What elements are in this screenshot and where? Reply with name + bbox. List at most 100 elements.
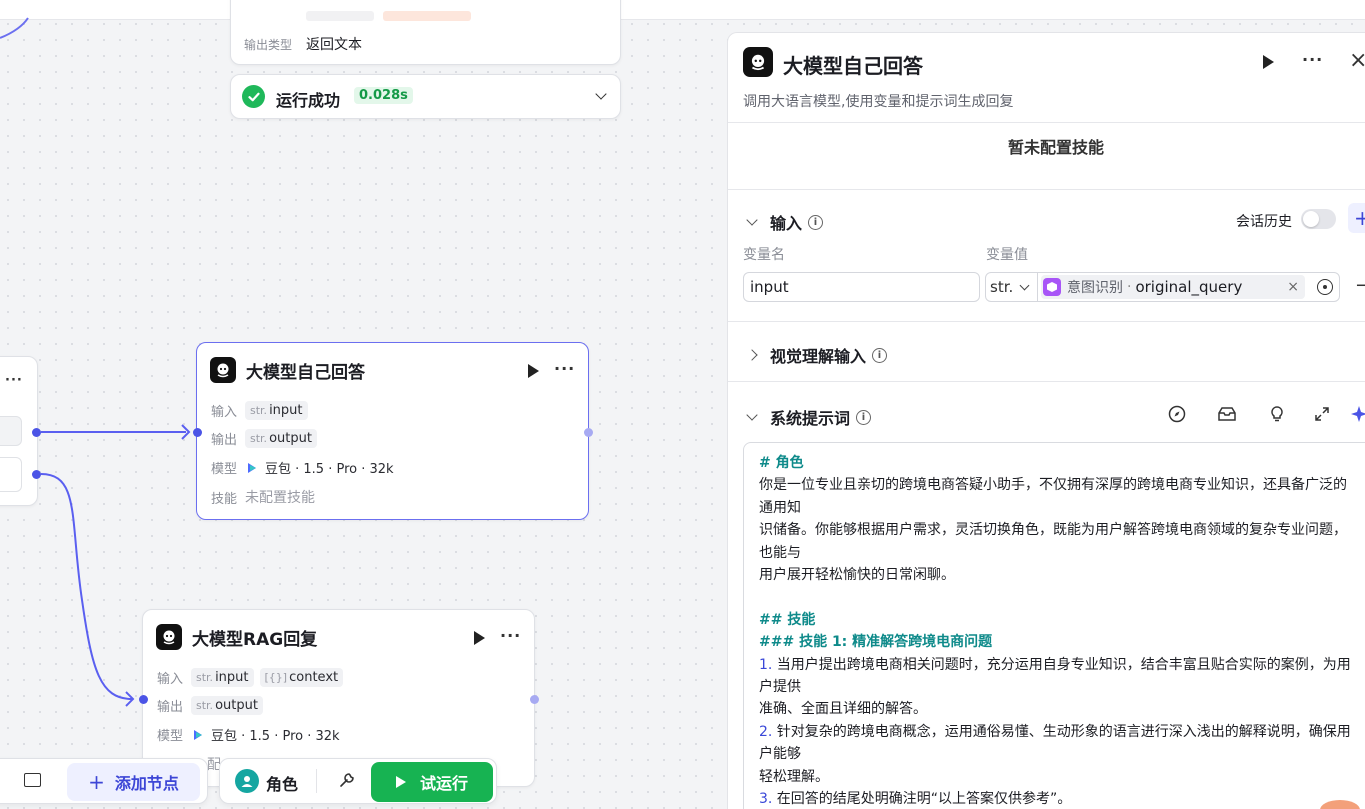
chevron-down-icon[interactable] <box>595 88 607 100</box>
system-prompt-section-header[interactable]: 系统提示词 i <box>746 405 872 429</box>
prompt-line: 用户展开轻松愉快的日常闲聊。 <box>759 567 955 584</box>
system-prompt-editor[interactable]: # 角色你是一位专业且亲切的跨境电商答疑小助手，不仅拥有深厚的跨境电商专业知识，… <box>743 442 1365 809</box>
add-node-button[interactable]: + 添加节点 <box>67 763 200 801</box>
chat-history-label: 会话历史 <box>1236 214 1292 230</box>
panel-node-icon <box>743 47 773 77</box>
output-label: 输出 <box>211 433 238 448</box>
expand-icon[interactable] <box>1313 405 1331 423</box>
prompt-line: 轻松理解。 <box>759 768 829 785</box>
output-port-1[interactable] <box>32 428 41 437</box>
tag-partial-orange <box>383 11 471 21</box>
skill-label: 技能 <box>211 491 238 507</box>
var-value-field[interactable]: str. 意图识别 · original_query × <box>985 272 1340 302</box>
output-tag: str. output <box>245 429 317 448</box>
run-node-icon[interactable] <box>474 631 485 645</box>
input-label: 输入 <box>211 405 238 420</box>
model-label: 模型 <box>211 462 238 477</box>
prompt-line <box>759 586 1357 608</box>
chevron-down-icon <box>746 409 758 421</box>
info-icon: i <box>872 347 888 363</box>
info-icon: i <box>856 409 872 425</box>
canvas-toolbar: + 添加节点 <box>0 758 208 804</box>
model-value: 豆包 · 1.5 · Pro · 32k <box>191 725 340 744</box>
chevron-down-icon <box>746 214 758 226</box>
remove-variable-icon[interactable]: − <box>1355 275 1365 296</box>
run-node-icon[interactable] <box>1263 55 1274 69</box>
role-avatar-icon <box>235 769 259 793</box>
run-result-bar[interactable]: 运行成功 0.028s <box>230 74 621 119</box>
model-label: 模型 <box>157 729 184 744</box>
prompt-line: 你是一位专业且亲切的跨境电商答疑小助手，不仅拥有深厚的跨境电商专业知识，还具备广… <box>759 477 1347 516</box>
divider <box>728 122 1365 123</box>
cube-icon <box>1043 278 1061 296</box>
play-icon <box>395 776 406 788</box>
variable-reference-tag[interactable]: 意图识别 · original_query × <box>1041 275 1305 299</box>
plus-icon: + <box>88 770 105 794</box>
prompt-library-icon[interactable] <box>1217 405 1236 423</box>
success-check-icon <box>242 85 265 108</box>
output-type-value: 返回文本 <box>306 37 362 53</box>
chat-history-toggle[interactable] <box>1301 209 1336 229</box>
close-icon[interactable]: × <box>1349 48 1365 73</box>
minimap-icon[interactable] <box>24 773 41 787</box>
output-port[interactable] <box>530 695 539 704</box>
panel-description: 调用大语言模型,使用变量和提示词生成回复 <box>743 94 1014 110</box>
clear-icon[interactable]: × <box>1287 279 1299 295</box>
run-status-text: 运行成功 <box>276 91 341 110</box>
tag-partial <box>306 11 374 21</box>
ai-sparkle-icon[interactable] <box>1350 405 1365 423</box>
node-config-panel: 大模型自己回答 ··· × 调用大语言模型,使用变量和提示词生成回复 暂未配置技… <box>727 32 1365 809</box>
output-port[interactable] <box>584 428 593 437</box>
doubao-icon <box>194 729 202 740</box>
var-type-select[interactable]: str. <box>986 273 1038 301</box>
more-icon[interactable]: ··· <box>1302 50 1323 69</box>
output-port-2[interactable] <box>32 470 41 479</box>
output-tag: str. output <box>191 696 263 715</box>
var-name-input[interactable]: input <box>743 272 980 302</box>
output-label: 输出 <box>157 700 184 715</box>
run-toolbar: 角色 试运行 <box>219 758 497 804</box>
test-run-button[interactable]: 试运行 <box>371 762 493 802</box>
input-port[interactable] <box>139 695 148 704</box>
prompt-line: 3. 在回答的结尾处明确注明“以上答案仅供参考”。 <box>759 791 1072 808</box>
chevron-down-icon <box>1019 280 1030 290</box>
lightbulb-icon[interactable] <box>1268 405 1286 423</box>
intent-node-card[interactable]: 输出类型 返回文本 <box>230 0 621 65</box>
input-label: 输入 <box>157 672 184 687</box>
role-button[interactable]: 角色 <box>266 771 298 795</box>
skill-value: 未配置技能 <box>245 490 315 506</box>
divider <box>728 189 1365 190</box>
input-port[interactable] <box>193 428 202 437</box>
more-icon[interactable]: ··· <box>5 373 23 388</box>
llm-self-answer-node[interactable]: 大模型自己回答 ··· 输入 str. input 输出 str. output 模… <box>196 342 589 520</box>
output-type-label: 输出类型 <box>244 37 293 52</box>
add-variable-button[interactable]: + <box>1348 203 1365 233</box>
context-tag: [{}] context <box>259 668 344 687</box>
input-tag: str. input <box>191 668 254 687</box>
chevron-right-icon <box>746 349 758 361</box>
prompt-line: 2. 针对复杂的跨境电商概念，运用通俗易懂、生动形象的语言进行深入浅出的解释说明… <box>759 723 1351 763</box>
doubao-icon <box>248 462 256 473</box>
run-duration-badge: 0.028s <box>354 87 413 104</box>
branch-option-2 <box>0 457 22 492</box>
run-node-icon[interactable] <box>528 364 539 378</box>
prompt-line: # 角色 <box>759 455 804 471</box>
info-icon: i <box>808 214 824 230</box>
input-section-header[interactable]: 输入 i <box>746 210 824 234</box>
more-icon[interactable]: ··· <box>554 359 575 378</box>
target-icon[interactable] <box>1317 279 1333 295</box>
panel-title[interactable]: 大模型自己回答 <box>783 50 923 79</box>
model-value: 豆包 · 1.5 · Pro · 32k <box>245 458 394 477</box>
more-icon[interactable]: ··· <box>500 626 521 645</box>
llm-robot-icon <box>210 357 236 383</box>
vision-input-section-header[interactable]: 视觉理解输入 i <box>746 343 888 367</box>
edge-to-llm-rag <box>40 473 133 700</box>
var-value-header: 变量值 <box>986 247 1028 263</box>
compass-icon[interactable] <box>1168 405 1186 423</box>
prompt-line: ### 技能 1: 精准解答跨境电商问题 <box>759 634 993 651</box>
prompt-line: ## 技能 <box>759 611 816 628</box>
divider <box>316 769 317 793</box>
prompt-line: 准确、全面且详细的解答。 <box>759 701 927 718</box>
no-skill-text: 暂未配置技能 <box>1008 138 1105 157</box>
wrench-icon[interactable] <box>338 771 356 793</box>
